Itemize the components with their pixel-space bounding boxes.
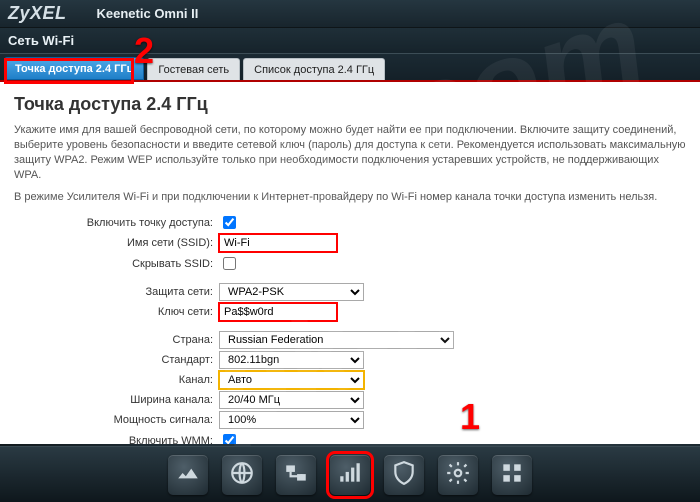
select-tx-power[interactable]: 100% bbox=[219, 411, 364, 429]
nav-lan[interactable] bbox=[276, 455, 316, 495]
shield-icon bbox=[391, 460, 417, 489]
select-standard[interactable]: 802.11bgn bbox=[219, 351, 364, 369]
label-security: Защита сети: bbox=[14, 286, 219, 298]
page-title: Точка доступа 2.4 ГГц bbox=[14, 94, 686, 115]
select-country[interactable]: Russian Federation bbox=[219, 331, 454, 349]
label-hide-ssid: Скрывать SSID: bbox=[14, 258, 219, 270]
apps-icon bbox=[499, 460, 525, 489]
input-ssid[interactable] bbox=[219, 234, 337, 252]
lan-icon bbox=[283, 460, 309, 489]
globe-icon bbox=[229, 460, 255, 489]
description-2: В режиме Усилителя Wi-Fi и при подключен… bbox=[14, 190, 686, 205]
checkbox-wmm[interactable] bbox=[223, 434, 236, 444]
label-wmm: Включить WMM: bbox=[14, 435, 219, 444]
logo-text: ZyXEL bbox=[8, 3, 67, 24]
nav-internet[interactable] bbox=[222, 455, 262, 495]
label-ssid: Имя сети (SSID): bbox=[14, 237, 219, 249]
description-1: Укажите имя для вашей беспроводной сети,… bbox=[14, 123, 686, 182]
header-bar: ZyXEL Keenetic Omni II bbox=[0, 0, 700, 28]
label-country: Страна: bbox=[14, 334, 219, 346]
nav-security[interactable] bbox=[384, 455, 424, 495]
tab-guest-network[interactable]: Гостевая сеть bbox=[147, 58, 240, 80]
label-channel: Канал: bbox=[14, 374, 219, 386]
wifi-icon bbox=[337, 460, 363, 489]
input-key[interactable] bbox=[219, 303, 337, 321]
label-key: Ключ сети: bbox=[14, 306, 219, 318]
checkbox-enable-ap[interactable] bbox=[223, 216, 236, 229]
label-tx-power: Мощность сигнала: bbox=[14, 414, 219, 426]
nav-status[interactable] bbox=[168, 455, 208, 495]
nav-wifi[interactable] bbox=[330, 455, 370, 495]
model-text: Keenetic Omni II bbox=[97, 6, 199, 21]
select-security[interactable]: WPA2-PSK bbox=[219, 283, 364, 301]
status-icon bbox=[175, 460, 201, 489]
select-channel-width[interactable]: 20/40 МГц bbox=[219, 391, 364, 409]
label-channel-width: Ширина канала: bbox=[14, 394, 219, 406]
bottom-nav bbox=[0, 446, 700, 502]
tab-access-list[interactable]: Список доступа 2.4 ГГц bbox=[243, 58, 385, 80]
nav-settings[interactable] bbox=[438, 455, 478, 495]
section-title: Сеть Wi-Fi bbox=[0, 28, 700, 54]
checkbox-hide-ssid[interactable] bbox=[223, 257, 236, 270]
content-panel: Точка доступа 2.4 ГГц Укажите имя для ва… bbox=[0, 82, 700, 444]
select-channel[interactable]: Авто bbox=[219, 371, 364, 389]
nav-apps[interactable] bbox=[492, 455, 532, 495]
tab-bar: Точка доступа 2.4 ГГц Гостевая сеть Спис… bbox=[0, 54, 700, 82]
label-enable-ap: Включить точку доступа: bbox=[14, 217, 219, 229]
gear-icon bbox=[445, 460, 471, 489]
label-standard: Стандарт: bbox=[14, 354, 219, 366]
tab-access-point[interactable]: Точка доступа 2.4 ГГц bbox=[4, 57, 144, 80]
